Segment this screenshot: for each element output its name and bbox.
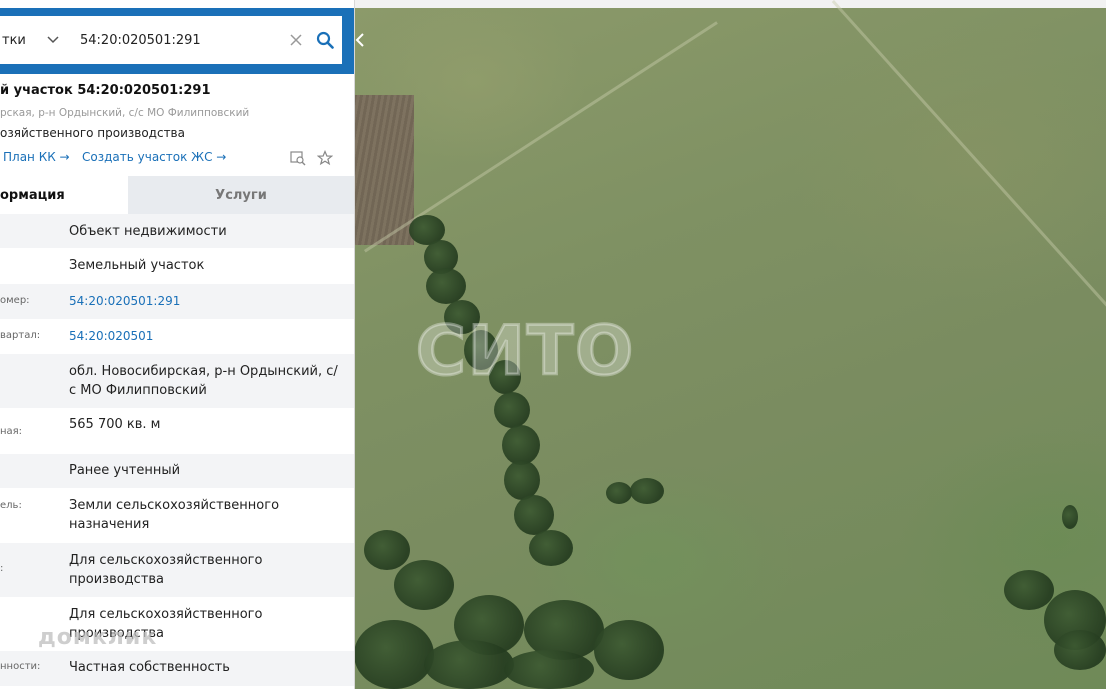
row-value: обл. Новосибирская, р-н Ордынский, с/с М… <box>69 364 338 398</box>
list-item: Земельный участок <box>0 248 354 284</box>
tab-services[interactable]: Услуги <box>128 176 354 214</box>
row-value: Земельный участок <box>69 258 205 273</box>
property-list: Объект недвижимости Земельный участок ом… <box>0 214 354 686</box>
row-label: ель: <box>0 500 22 511</box>
star-icon[interactable] <box>316 149 334 167</box>
cadastral-quarter-link[interactable]: 54:20:020501 <box>69 327 339 346</box>
list-item: вартал: 54:20:020501 <box>0 319 354 354</box>
search-box: тки <box>0 16 342 64</box>
info-panel: тки й участок 54:20:020501:291 рская, р-… <box>0 0 355 689</box>
chevron-left-icon[interactable] <box>352 20 368 60</box>
row-label: нности: <box>0 661 41 672</box>
row-label: вартал: <box>0 330 41 341</box>
watermark: СИТО <box>414 311 636 393</box>
row-label: омер: <box>0 295 30 306</box>
row-value: Для сельскохозяйственного производства <box>69 553 263 587</box>
search-input[interactable] <box>80 32 280 48</box>
row-value: 565 700 кв. м <box>69 417 161 432</box>
tab-bar: ормация Услуги <box>0 176 354 214</box>
field-boundary-line <box>831 0 1106 344</box>
list-item: обл. Новосибирская, р-н Ордынский, с/с М… <box>0 354 354 408</box>
top-strip <box>0 0 354 8</box>
list-item: нности: Частная собственность <box>0 651 354 686</box>
row-label: : <box>0 563 4 574</box>
chevron-down-icon[interactable] <box>44 31 62 49</box>
tab-information[interactable]: ормация <box>0 176 128 214</box>
parcel-address: рская, р-н Ордынский, с/с МО Филипповски… <box>0 107 250 119</box>
brand-watermark: домклик <box>38 625 158 650</box>
search-icon[interactable] <box>314 29 336 51</box>
search-type-select[interactable]: тки <box>2 33 34 48</box>
list-item: ная: 565 700 кв. м <box>0 408 354 454</box>
row-label: ная: <box>0 426 23 437</box>
list-item: Ранее учтенный <box>0 454 354 488</box>
list-item: ель: Земли сельскохозяйственного назначе… <box>0 488 354 543</box>
close-icon[interactable] <box>288 32 304 48</box>
cadastral-number-link[interactable]: 54:20:020501:291 <box>69 292 339 311</box>
satellite-map[interactable]: СИТО <box>354 0 1106 689</box>
list-item: Объект недвижимости <box>0 214 354 248</box>
plan-kk-link[interactable]: План КК → <box>3 150 70 164</box>
list-item: : Для сельскохозяйственного производства <box>0 543 354 597</box>
parcel-title: й участок 54:20:020501:291 <box>0 83 211 98</box>
list-item: омер: 54:20:020501:291 <box>0 284 354 319</box>
parcel-use: озяйственного производства <box>0 126 185 140</box>
row-value: Частная собственность <box>69 660 230 675</box>
row-value: Ранее учтенный <box>69 463 181 478</box>
row-value: Объект недвижимости <box>69 224 227 239</box>
search-bar: тки <box>0 8 354 74</box>
map-top-strip <box>354 0 1106 8</box>
row-value: Земли сельскохозяйственного назначения <box>69 498 280 532</box>
create-plot-link[interactable]: Создать участок ЖС → <box>82 150 226 164</box>
map-search-icon[interactable] <box>289 149 307 167</box>
